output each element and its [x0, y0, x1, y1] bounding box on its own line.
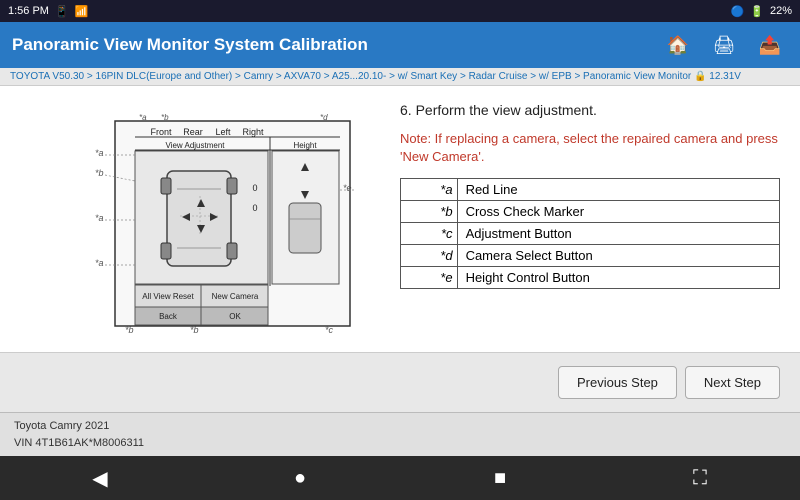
footer: Toyota Camry 2021 VIN 4T1B61AK*M8006311 [0, 412, 800, 456]
svg-text:0: 0 [252, 203, 257, 213]
export-button[interactable]: 📤 [752, 27, 788, 63]
print-button[interactable]: 🖨 [706, 27, 742, 63]
legend-value: Cross Check Marker [457, 201, 779, 223]
svg-text:*e: *e [343, 183, 352, 193]
previous-step-button[interactable]: Previous Step [558, 366, 677, 399]
diagram-svg: Front Rear Left Right View Adjustment He… [25, 106, 365, 346]
svg-text:Front: Front [150, 127, 172, 137]
header-title: Panoramic View Monitor System Calibratio… [12, 35, 650, 55]
status-icon-signal: 📶 [75, 5, 89, 18]
breadcrumb-text: TOYOTA V50.30 > 16PIN DLC(Europe and Oth… [10, 71, 741, 82]
svg-text:*b: *b [95, 168, 104, 178]
status-time: 1:56 PM [8, 5, 49, 17]
resize-nav-icon[interactable]: ⛶ [675, 467, 725, 490]
legend-key: *c [401, 223, 458, 245]
step-text: 6. Perform the view adjustment. [400, 102, 780, 118]
svg-text:New Camera: New Camera [212, 292, 259, 301]
calibration-diagram: Front Rear Left Right View Adjustment He… [25, 106, 365, 346]
svg-text:*b: *b [190, 325, 199, 335]
legend-key: *b [401, 201, 458, 223]
legend-value: Camera Select Button [457, 245, 779, 267]
legend-key: *e [401, 267, 458, 289]
legend-row: *cAdjustment Button [401, 223, 780, 245]
nav-bar: ◀ ● ■ ⛶ [0, 456, 800, 500]
right-panel: 6. Perform the view adjustment. Note: If… [380, 86, 800, 352]
svg-text:Left: Left [215, 127, 231, 137]
svg-text:Right: Right [242, 127, 264, 137]
breadcrumb: TOYOTA V50.30 > 16PIN DLC(Europe and Oth… [0, 68, 800, 86]
status-bar: 1:56 PM 📱 📶 🔵 🔋 22% [0, 0, 800, 22]
legend-row: *dCamera Select Button [401, 245, 780, 267]
legend-row: *bCross Check Marker [401, 201, 780, 223]
status-icon-tablet: 📱 [55, 5, 69, 18]
vehicle-vin: VIN 4T1B61AK*M8006311 [14, 435, 144, 452]
action-bar: Previous Step Next Step [0, 352, 800, 412]
svg-text:*a: *a [95, 148, 104, 158]
legend-row: *eHeight Control Button [401, 267, 780, 289]
legend-key: *a [401, 179, 458, 201]
home-nav-icon[interactable]: ● [275, 467, 325, 490]
footer-text: Toyota Camry 2021 VIN 4T1B61AK*M8006311 [14, 418, 144, 451]
svg-text:OK: OK [229, 312, 241, 321]
status-bar-left: 1:56 PM 📱 📶 [8, 5, 88, 18]
header: Panoramic View Monitor System Calibratio… [0, 22, 800, 68]
header-icons: 🏠 🖨 📤 [660, 27, 788, 63]
svg-text:*a: *a [95, 258, 104, 268]
status-bar-right: 🔵 🔋 22% [731, 5, 792, 18]
svg-text:*b: *b [161, 113, 169, 122]
svg-text:Rear: Rear [183, 127, 203, 137]
left-panel: Front Rear Left Right View Adjustment He… [0, 86, 380, 352]
legend-key: *d [401, 245, 458, 267]
svg-text:*d: *d [320, 113, 328, 122]
vehicle-name: Toyota Camry 2021 [14, 418, 144, 435]
legend-value: Adjustment Button [457, 223, 779, 245]
svg-text:All View Reset: All View Reset [142, 292, 194, 301]
legend-row: *aRed Line [401, 179, 780, 201]
svg-text:Height: Height [293, 141, 317, 150]
main-content: Front Rear Left Right View Adjustment He… [0, 86, 800, 352]
menu-nav-icon[interactable]: ■ [475, 467, 525, 490]
home-button[interactable]: 🏠 [660, 27, 696, 63]
legend-value: Red Line [457, 179, 779, 201]
svg-text:*a: *a [95, 213, 104, 223]
legend-table: *aRed Line*bCross Check Marker*cAdjustme… [400, 178, 780, 289]
bluetooth-icon: 🔵 [731, 5, 745, 18]
battery-level: 22% [770, 5, 792, 17]
svg-text:*b: *b [125, 325, 134, 335]
svg-text:*c: *c [325, 325, 334, 335]
next-step-button[interactable]: Next Step [685, 366, 780, 399]
svg-text:View Adjustment: View Adjustment [166, 141, 226, 150]
legend-value: Height Control Button [457, 267, 779, 289]
svg-text:Back: Back [159, 312, 178, 321]
note-text: Note: If replacing a camera, select the … [400, 130, 780, 166]
back-nav-icon[interactable]: ◀ [75, 466, 125, 491]
svg-text:*a: *a [139, 113, 147, 122]
svg-text:0: 0 [252, 183, 257, 193]
battery-icon: 🔋 [750, 5, 764, 18]
